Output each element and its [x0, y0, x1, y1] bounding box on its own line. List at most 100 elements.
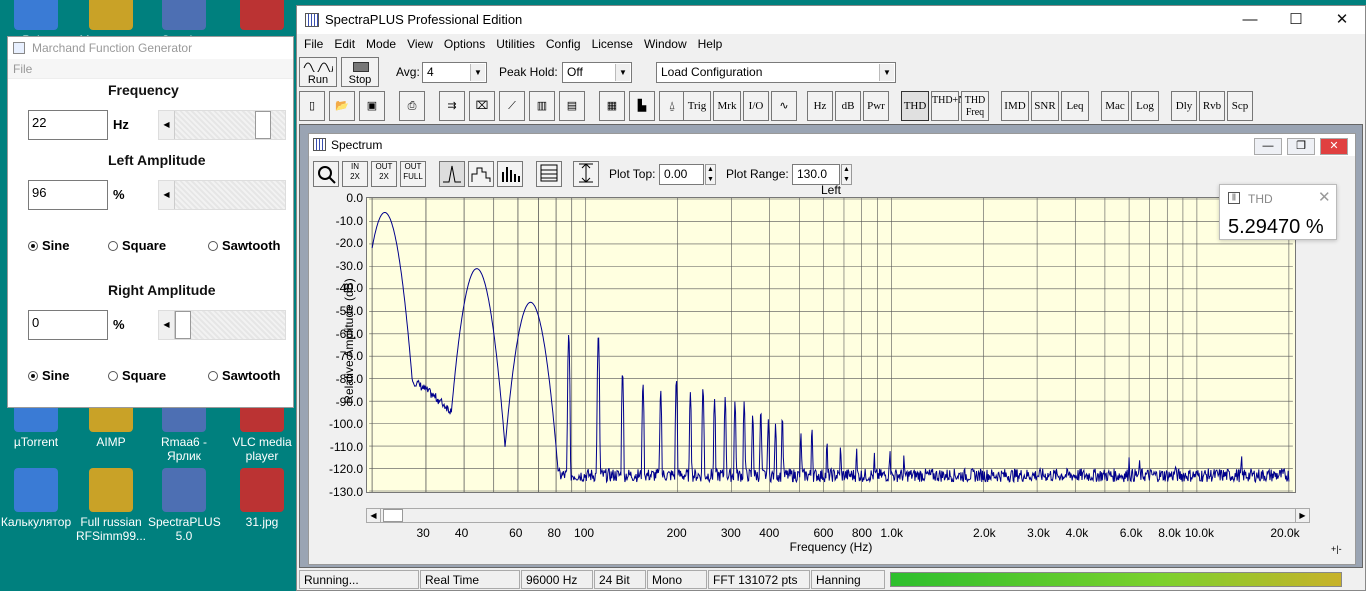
peak-hold-select[interactable]: Off ▼ — [562, 62, 632, 83]
function-generator-window[interactable]: Marchand Function Generator File Frequen… — [7, 36, 294, 408]
generator-menu-file[interactable]: File — [8, 59, 293, 79]
print-icon[interactable]: ⎙ — [399, 91, 425, 121]
menu-item[interactable]: File — [299, 34, 329, 51]
plot-range-input[interactable]: 130.0 — [792, 164, 840, 185]
plot-range-spinner-icon[interactable]: ▲ ▼ — [841, 164, 852, 185]
menu-item[interactable]: Help — [693, 34, 729, 51]
dropdown-arrow-icon[interactable]: ▼ — [615, 64, 630, 81]
stop-button[interactable]: Stop — [341, 57, 379, 87]
desktop-icon[interactable]: Калькулятор — [0, 468, 72, 529]
toolbar-button-thd-freq[interactable]: THD Freq — [961, 91, 989, 121]
child-restore-icon[interactable]: ❐ — [1287, 138, 1315, 155]
waveform-icon[interactable]: ⟋ — [499, 91, 525, 121]
spectrum-title-bar[interactable]: Spectrum — ❐ ✕ — [309, 134, 1355, 156]
x-tick-label: 20.0k — [1270, 526, 1300, 540]
x-tick-label: 1.0k — [880, 526, 904, 540]
maximize-icon[interactable]: ☐ — [1273, 6, 1319, 34]
right-sine-radio[interactable]: Sine — [28, 368, 69, 383]
right-amplitude-slider-thumb[interactable] — [175, 311, 191, 339]
spectraplus-window[interactable]: SpectraPLUS Professional Edition — ☐ ✕ F… — [296, 5, 1366, 591]
plot-top-spinner-icon[interactable]: ▲ ▼ — [705, 164, 716, 185]
bar-meter-icon[interactable]: ▙ — [629, 91, 655, 121]
desktop-icon[interactable]: Full russian RFSimm99... — [75, 468, 147, 543]
configuration-select[interactable]: Load Configuration ▼ — [656, 62, 896, 83]
menu-item[interactable]: View — [402, 34, 439, 51]
thd-readout-popup[interactable]: || THD ✕ 5.29470 % — [1219, 184, 1337, 240]
toolbar-button-thd-n[interactable]: THD+N — [931, 91, 965, 121]
menu-item[interactable]: Options — [439, 34, 491, 51]
toolbar-button-trig[interactable]: Trig — [683, 91, 711, 121]
menu-item[interactable]: Mode — [361, 34, 402, 51]
toolbar-button-mrk[interactable]: Mrk — [713, 91, 741, 121]
child-minimize-icon[interactable]: — — [1254, 138, 1282, 155]
toolbar-button-i-o[interactable]: I/O — [743, 91, 769, 121]
table-icon[interactable]: ▦ — [599, 91, 625, 121]
left-amplitude-input[interactable]: 96 — [28, 180, 108, 210]
toolbar-button-db[interactable]: dB — [835, 91, 861, 121]
toolbar-button-scp[interactable]: Scp — [1227, 91, 1253, 121]
spectrum-plot[interactable] — [366, 197, 1296, 493]
run-button[interactable]: Run — [299, 57, 337, 87]
desktop-icon[interactable]: 31.jpg — [226, 468, 298, 529]
save-icon[interactable]: ▣ — [359, 91, 385, 121]
open-file-icon[interactable]: 📂 — [329, 91, 355, 121]
close-icon[interactable]: ✕ — [1319, 6, 1365, 34]
thd-close-icon[interactable]: ✕ — [1318, 188, 1331, 206]
toolbar-button-leq[interactable]: Leq — [1061, 91, 1089, 121]
zoom-in-2x-icon[interactable]: IN 2X — [342, 161, 368, 187]
frequency-slider-thumb[interactable] — [255, 111, 271, 139]
toolbar-button-imd[interactable]: IMD — [1001, 91, 1029, 121]
minimize-icon[interactable]: — — [1227, 6, 1273, 34]
toolbar-button-log[interactable]: Log — [1131, 91, 1159, 121]
left-amplitude-slider[interactable]: ◀ — [158, 180, 286, 210]
frequency-slider[interactable]: ◀ — [158, 110, 286, 140]
scroll-left-arrow-icon[interactable]: ◀ — [159, 311, 175, 339]
toolbar-button-rvb[interactable]: Rvb — [1199, 91, 1225, 121]
menu-item[interactable]: License — [587, 34, 639, 51]
left-square-radio[interactable]: Square — [108, 238, 166, 253]
dropdown-arrow-icon[interactable]: ▼ — [879, 64, 894, 81]
menu-item[interactable]: Utilities — [491, 34, 541, 51]
toolbar-button-dly[interactable]: Dly — [1171, 91, 1197, 121]
frequency-input[interactable]: 22 — [28, 110, 108, 140]
right-square-radio[interactable]: Square — [108, 368, 166, 383]
dropdown-arrow-icon[interactable]: ▼ — [470, 64, 485, 81]
generator-icon[interactable]: ∿ — [771, 91, 797, 121]
toolbar-button-mac[interactable]: Mac — [1101, 91, 1129, 121]
toolbar-button-thd[interactable]: THD — [901, 91, 929, 121]
menu-item[interactable]: Edit — [329, 34, 361, 51]
toolbar-button-pwr[interactable]: Pwr — [863, 91, 889, 121]
axis-zoom-icon[interactable]: +|- — [1331, 544, 1342, 554]
forward-icon[interactable]: ⇉ — [439, 91, 465, 121]
spectraplus-title-bar[interactable]: SpectraPLUS Professional Edition — ☐ ✕ — [297, 6, 1365, 34]
spectrum-window[interactable]: Spectrum — ❐ ✕ IN 2X OUT 2X OUT FULL Plot T… — [308, 133, 1356, 565]
avg-select[interactable]: 4 ▼ — [422, 62, 487, 83]
plot-top-input[interactable]: 0.00 — [659, 164, 704, 185]
toolbar-button-hz[interactable]: Hz — [807, 91, 833, 121]
right-amplitude-input[interactable]: 0 — [28, 310, 108, 340]
desktop-icon-label: 31.jpg — [245, 515, 279, 529]
generator-title-bar[interactable]: Marchand Function Generator — [8, 37, 293, 59]
spectrum-icon[interactable]: ▥ — [529, 91, 555, 121]
left-sine-radio[interactable]: Sine — [28, 238, 69, 253]
scroll-right-arrow-icon[interactable]: ▶ — [1295, 509, 1309, 522]
right-amplitude-unit: % — [113, 317, 125, 332]
left-sawtooth-radio[interactable]: Sawtooth — [208, 238, 281, 253]
capture-icon[interactable]: ⌧ — [469, 91, 495, 121]
desktop-icon[interactable]: SpectraPLUS 5.0 — [148, 468, 221, 543]
scope-icon[interactable]: ⍙ — [659, 91, 685, 121]
right-amplitude-slider[interactable]: ◀ — [158, 310, 286, 340]
new-file-icon[interactable]: ▯ — [299, 91, 325, 121]
scroll-left-arrow-icon[interactable]: ◀ — [159, 181, 175, 209]
scroll-thumb[interactable] — [383, 509, 403, 522]
child-close-icon[interactable]: ✕ — [1320, 138, 1348, 155]
scroll-left-arrow-icon[interactable]: ◀ — [159, 111, 175, 139]
toolbar-button-snr[interactable]: SNR — [1031, 91, 1059, 121]
zoom-icon[interactable] — [313, 161, 339, 187]
scroll-left-arrow-icon[interactable]: ◀ — [367, 509, 381, 522]
right-sawtooth-radio[interactable]: Sawtooth — [208, 368, 281, 383]
menu-item[interactable]: Config — [541, 34, 587, 51]
plot-horizontal-scrollbar[interactable]: ◀ ▶ — [366, 508, 1310, 523]
spectrogram-icon[interactable]: ▤ — [559, 91, 585, 121]
menu-item[interactable]: Window — [639, 34, 693, 51]
